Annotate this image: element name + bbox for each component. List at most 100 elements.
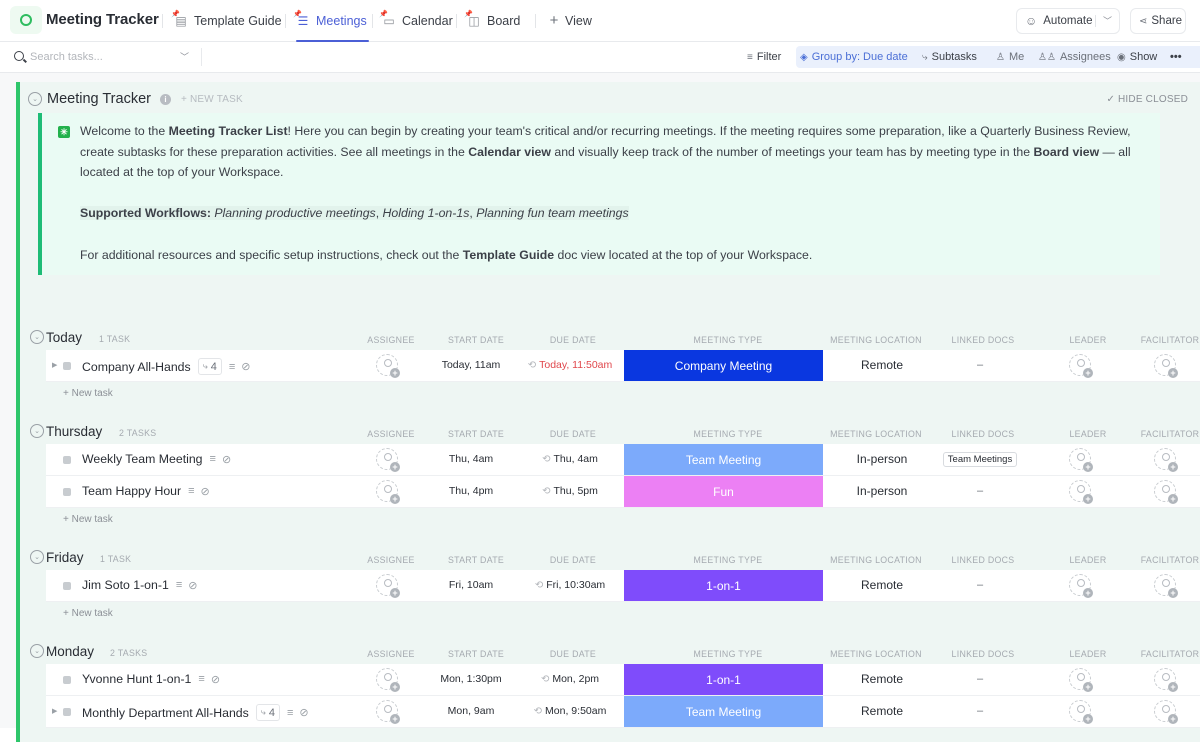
add-view-button[interactable]: + View: [547, 0, 592, 42]
due-date-cell[interactable]: ⟲ Mon, 2pm: [516, 673, 624, 685]
due-date-cell[interactable]: ⟲ Fri, 10:30am: [516, 579, 624, 591]
attachment-icon[interactable]: ⊘: [211, 673, 220, 686]
task-name-cell[interactable]: Company All-Hands ⤷ 4 ≡ ⊘: [82, 358, 251, 375]
task-name-cell[interactable]: Monthly Department All-Hands ⤷ 4 ≡ ⊘: [82, 704, 309, 721]
due-date-cell[interactable]: ⟲ Mon, 9:50am: [516, 705, 624, 717]
meeting-location[interactable]: Remote: [826, 358, 938, 372]
column-header-linked-docs[interactable]: LINKED DOCS: [948, 649, 1018, 659]
meeting-location[interactable]: In-person: [826, 484, 938, 498]
start-date[interactable]: Fri, 10am: [426, 579, 516, 591]
assignee-avatar-add[interactable]: [376, 480, 400, 504]
column-header-facilitator[interactable]: FACILITATOR: [1140, 429, 1200, 439]
facilitator-avatar-add[interactable]: [1154, 574, 1178, 598]
subtask-count-badge[interactable]: ⤷ 4: [197, 358, 222, 375]
me-button[interactable]: ♙ Me: [992, 46, 1028, 68]
assignees-button[interactable]: ♙♙ Assignees: [1034, 46, 1115, 68]
linked-docs-cell[interactable]: –: [930, 705, 1030, 717]
chevron-down-icon[interactable]: ﹀: [180, 50, 189, 63]
status-icon[interactable]: [63, 708, 71, 716]
meeting-location[interactable]: Remote: [826, 704, 938, 718]
facilitator-avatar-add[interactable]: [1154, 700, 1178, 724]
due-date-cell[interactable]: ⟲ Thu, 5pm: [516, 485, 624, 497]
search-input[interactable]: [30, 48, 170, 66]
start-date[interactable]: Today, 11am: [426, 359, 516, 371]
status-icon[interactable]: [63, 362, 71, 370]
task-name[interactable]: Yvonne Hunt 1-on-1: [82, 672, 191, 686]
linked-docs-cell[interactable]: –: [930, 579, 1030, 591]
task-row[interactable]: Yvonne Hunt 1-on-1≡⊘Mon, 1:30pm⟲Mon, 2pm…: [46, 664, 1200, 696]
meeting-location[interactable]: Remote: [826, 672, 938, 686]
new-task-row-button[interactable]: + New task: [46, 382, 1180, 406]
meeting-location[interactable]: In-person: [826, 452, 938, 466]
collapse-icon[interactable]: ⌄: [30, 550, 44, 564]
assignee-avatar-add[interactable]: [376, 700, 400, 724]
column-header-leader[interactable]: LEADER: [1068, 649, 1108, 659]
column-header-start-date[interactable]: START DATE: [441, 649, 511, 659]
filter-button[interactable]: ≡ Filter: [743, 46, 785, 68]
task-name[interactable]: Monthly Department All-Hands: [82, 706, 249, 720]
tab-calendar[interactable]: 📌 ▭ Calendar: [379, 0, 453, 42]
meeting-type-badge[interactable]: 1-on-1: [624, 570, 823, 601]
column-header-due-date[interactable]: DUE DATE: [538, 335, 608, 345]
attachment-icon[interactable]: ⊘: [241, 360, 250, 373]
collapse-icon[interactable]: ⌄: [30, 330, 44, 344]
column-header-leader[interactable]: LEADER: [1068, 335, 1108, 345]
task-name-cell[interactable]: Jim Soto 1-on-1 ≡ ⊘: [82, 578, 197, 592]
subtasks-button[interactable]: ⤷ Subtasks: [918, 46, 981, 68]
assignee-avatar-add[interactable]: [376, 574, 400, 598]
start-date[interactable]: Thu, 4am: [426, 453, 516, 465]
facilitator-avatar-add[interactable]: [1154, 354, 1178, 378]
collapse-icon[interactable]: ⌄: [30, 644, 44, 658]
column-header-due-date[interactable]: DUE DATE: [538, 555, 608, 565]
tab-template-guide[interactable]: 📌 ▤ Template Guide: [171, 0, 282, 42]
task-name[interactable]: Jim Soto 1-on-1: [82, 578, 169, 592]
task-row[interactable]: ▶ Company All-Hands⤷4≡⊘ Today, 11am⟲Today,…: [46, 350, 1200, 382]
info-icon[interactable]: i: [159, 93, 171, 105]
due-date-cell[interactable]: ⟲ Today, 11:50am: [516, 359, 624, 371]
task-name-cell[interactable]: Team Happy Hour ≡ ⊘: [82, 484, 210, 498]
hide-closed-button[interactable]: ✓ HIDE CLOSED: [1106, 94, 1188, 105]
automate-button[interactable]: ☺ Automate ﹀: [1016, 8, 1120, 34]
collapse-icon[interactable]: ⌄: [30, 424, 44, 438]
meeting-type-badge[interactable]: 1-on-1: [624, 664, 823, 695]
column-header-leader[interactable]: LEADER: [1068, 429, 1108, 439]
column-header-meeting-location[interactable]: MEETING LOCATION: [828, 555, 924, 565]
column-header-meeting-location[interactable]: MEETING LOCATION: [828, 335, 924, 345]
list-logo[interactable]: [10, 6, 42, 34]
column-header-meeting-type[interactable]: MEETING TYPE: [678, 429, 778, 439]
column-header-assignee[interactable]: ASSIGNEE: [361, 555, 421, 565]
start-date[interactable]: Mon, 9am: [426, 705, 516, 717]
task-row[interactable]: Jim Soto 1-on-1≡⊘ Fri, 10am⟲Fri, 10:30am1…: [46, 570, 1200, 602]
meeting-type-badge[interactable]: Fun: [624, 476, 823, 507]
attachment-icon[interactable]: ⊘: [201, 485, 210, 498]
start-date[interactable]: Thu, 4pm: [426, 485, 516, 497]
new-task-button[interactable]: + NEW TASK: [181, 94, 243, 105]
column-header-facilitator[interactable]: FACILITATOR: [1140, 335, 1200, 345]
column-header-meeting-type[interactable]: MEETING TYPE: [678, 555, 778, 565]
linked-docs-cell[interactable]: –: [930, 359, 1030, 371]
column-header-linked-docs[interactable]: LINKED DOCS: [948, 335, 1018, 345]
column-header-meeting-type[interactable]: MEETING TYPE: [678, 335, 778, 345]
status-icon[interactable]: [63, 676, 71, 684]
status-icon[interactable]: [63, 488, 71, 496]
new-task-row-button[interactable]: + New task: [46, 602, 1180, 626]
leader-avatar-add[interactable]: [1069, 354, 1093, 378]
task-name[interactable]: Team Happy Hour: [82, 484, 181, 498]
linked-docs-cell[interactable]: Team Meetings: [930, 452, 1030, 467]
status-icon[interactable]: [63, 582, 71, 590]
assignee-avatar-add[interactable]: [376, 448, 400, 472]
leader-avatar-add[interactable]: [1069, 574, 1093, 598]
column-header-assignee[interactable]: ASSIGNEE: [361, 335, 421, 345]
column-header-linked-docs[interactable]: LINKED DOCS: [948, 429, 1018, 439]
chevron-down-icon[interactable]: ﹀: [1103, 14, 1112, 27]
leader-avatar-add[interactable]: [1069, 448, 1093, 472]
column-header-meeting-location[interactable]: MEETING LOCATION: [828, 429, 924, 439]
task-row[interactable]: Team Happy Hour≡⊘ Thu, 4pm⟲Thu, 5pmFunIn-…: [46, 476, 1200, 508]
task-name-cell[interactable]: Weekly Team Meeting ≡ ⊘: [82, 452, 231, 466]
task-name[interactable]: Weekly Team Meeting: [82, 452, 203, 466]
status-icon[interactable]: [63, 456, 71, 464]
column-header-leader[interactable]: LEADER: [1068, 555, 1108, 565]
show-button[interactable]: ◉ Show: [1113, 46, 1161, 68]
column-header-facilitator[interactable]: FACILITATOR: [1140, 649, 1200, 659]
expand-caret-icon[interactable]: ▶: [52, 361, 57, 369]
